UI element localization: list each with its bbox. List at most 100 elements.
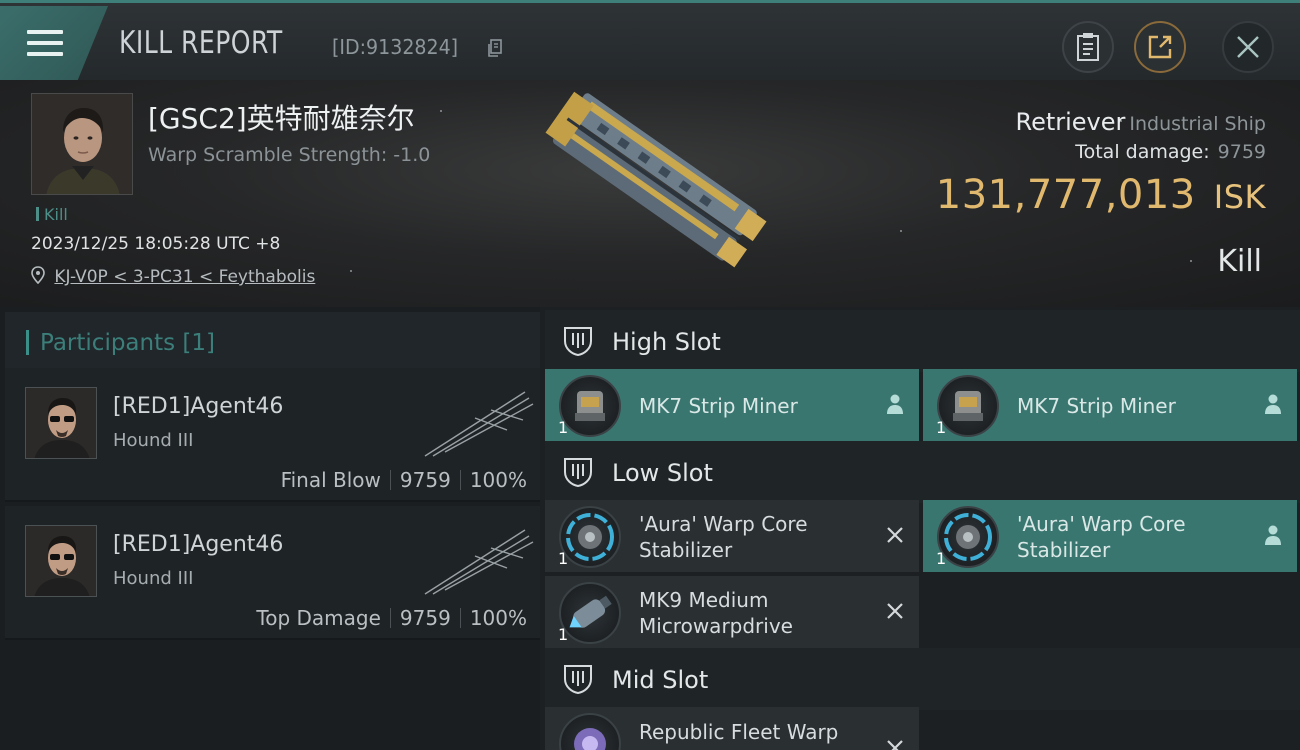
item-name: 'Aura' Warp Core Stabilizer [1017,511,1186,563]
participant-stats: Final Blow 9759 100% [281,468,527,492]
copy-icon[interactable] [487,39,503,57]
high-slot-title: High Slot [612,328,721,356]
participant-ship-image [424,529,534,595]
item-name: MK7 Strip Miner [1017,394,1176,418]
item-quantity: 1 [558,418,569,437]
participant-role: Final Blow [280,468,381,492]
total-damage-value: 9759 [1217,141,1266,163]
ship-name: Retriever [1015,108,1126,136]
item-quantity: 1 [936,549,947,568]
participant-portrait-image [26,388,96,458]
share-icon [1148,35,1172,59]
participant-ship: Hound III [113,568,194,589]
low-slot-header: Low Slot [545,441,1300,503]
item-name: Republic Fleet Warp [639,720,839,744]
participant-ship: Hound III [113,430,194,451]
participant-role: Top Damage [256,606,381,630]
hamburger-icon [27,30,63,63]
location-pin-icon [31,266,45,285]
participant-percent: 100% [469,468,527,492]
kill-result: Kill [1217,244,1262,279]
strip-miner-icon [937,375,999,437]
isk-value: 131,777,013 ISK [936,172,1266,218]
destroyed-item[interactable]: 1 'Aura' Warp Core Stabilizer [545,500,919,572]
item-quantity: 1 [558,549,569,568]
participant-damage: 9759 [399,606,451,630]
low-slot-title: Low Slot [612,459,713,487]
close-button[interactable] [1222,21,1274,73]
microwarpdrive-icon [559,582,621,644]
item-name-line2: Stabilizer [1017,538,1111,562]
participant-ship-image [424,391,534,457]
participant-avatar[interactable] [25,525,97,597]
pilot-portrait-image [32,94,132,194]
destroyed-item[interactable]: 1 MK9 Medium Microwarpdrive [545,576,919,648]
participant-avatar[interactable] [25,387,97,459]
participant-stats: Top Damage 9759 100% [256,606,527,630]
clipboard-button[interactable] [1062,21,1114,73]
item-name-line2: Microwarpdrive [639,614,793,638]
item-name: MK9 Medium Microwarpdrive [639,587,793,639]
victim-ship: Retriever Industrial Ship [1015,108,1266,136]
high-slot-header: High Slot [545,310,1300,372]
kill-datetime: 2023/12/25 18:05:28 UTC +8 [31,234,281,254]
low-slot-icon [564,458,592,488]
top-bar: KILL REPORT [ID:9132824] [0,0,1300,80]
person-icon [1265,394,1281,414]
fitted-item[interactable]: 1 'Aura' Warp Core Stabilizer [923,500,1297,572]
isk-unit: ISK [1213,178,1266,216]
participant-damage: 9759 [399,468,451,492]
kill-location-link[interactable]: KJ-V0P < 3-PC31 < Feythabolis [31,266,315,287]
ship-class: Industrial Ship [1129,113,1266,135]
warp-disruptor-icon [559,713,621,750]
item-name-line1: MK9 Medium [639,588,769,612]
item-name-line2: Stabilizer [639,538,733,562]
item-name: 'Aura' Warp Core Stabilizer [639,511,808,563]
warp-core-stabilizer-icon [937,506,999,568]
location-text: KJ-V0P < 3-PC31 < Feythabolis [54,267,316,287]
person-icon [887,394,903,414]
victim-pilot-name[interactable]: [GSC2]英特耐雄奈尔 [148,97,415,137]
item-name-line1: 'Aura' Warp Core [1017,512,1186,536]
destroyed-item[interactable]: Republic Fleet Warp [545,707,919,750]
participants-panel: Participants [1] [RED1]Agent46 Hound III… [0,307,540,750]
fitted-item[interactable]: 1 MK7 Strip Miner [923,369,1297,441]
fitting-panel: High Slot 1 MK7 Strip Miner 1 MK7 Strip … [540,307,1300,750]
fitted-item[interactable]: 1 MK7 Strip Miner [545,369,919,441]
item-name-line1: 'Aura' Warp Core [639,512,808,536]
warp-core-stabilizer-icon [559,506,621,568]
destroyed-x-icon [887,740,903,750]
participant-card[interactable]: [RED1]Agent46 Hound III Final Blow 9759 10… [5,368,540,502]
mid-slot-icon [564,665,592,695]
participants-header: Participants [1] [5,312,540,372]
menu-button[interactable] [0,6,108,80]
participant-card[interactable]: [RED1]Agent46 Hound III Top Damage 9759 10… [5,506,540,640]
ship-image[interactable] [515,88,780,278]
participants-title: Participants [1] [40,330,215,356]
warp-scramble-strength: Warp Scramble Strength: -1.0 [148,144,431,166]
item-name: MK7 Strip Miner [639,394,798,418]
kill-tag: Kill [36,205,68,224]
strip-miner-icon [559,375,621,437]
destroyed-x-icon [887,527,903,543]
participants-accent-bar [26,330,29,355]
total-damage: Total damage: 9759 [1075,141,1266,163]
item-quantity: 1 [936,418,947,437]
isk-amount: 131,777,013 [935,172,1196,218]
page-title: KILL REPORT [119,25,283,61]
close-icon [1237,36,1259,58]
participant-percent: 100% [469,606,527,630]
victim-portrait[interactable] [31,93,133,195]
report-id: [ID:9132824] [332,35,459,59]
total-damage-label: Total damage: [1075,141,1210,163]
item-quantity: 1 [558,625,569,644]
mid-slot-header: Mid Slot [545,648,1300,710]
participant-portrait-image [26,526,96,596]
high-slot-icon [564,327,592,357]
participant-name[interactable]: [RED1]Agent46 [113,394,283,419]
share-button[interactable] [1134,21,1186,73]
mid-slot-title: Mid Slot [612,666,709,694]
participant-name[interactable]: [RED1]Agent46 [113,532,283,557]
clipboard-icon [1077,33,1099,61]
destroyed-x-icon [887,603,903,619]
